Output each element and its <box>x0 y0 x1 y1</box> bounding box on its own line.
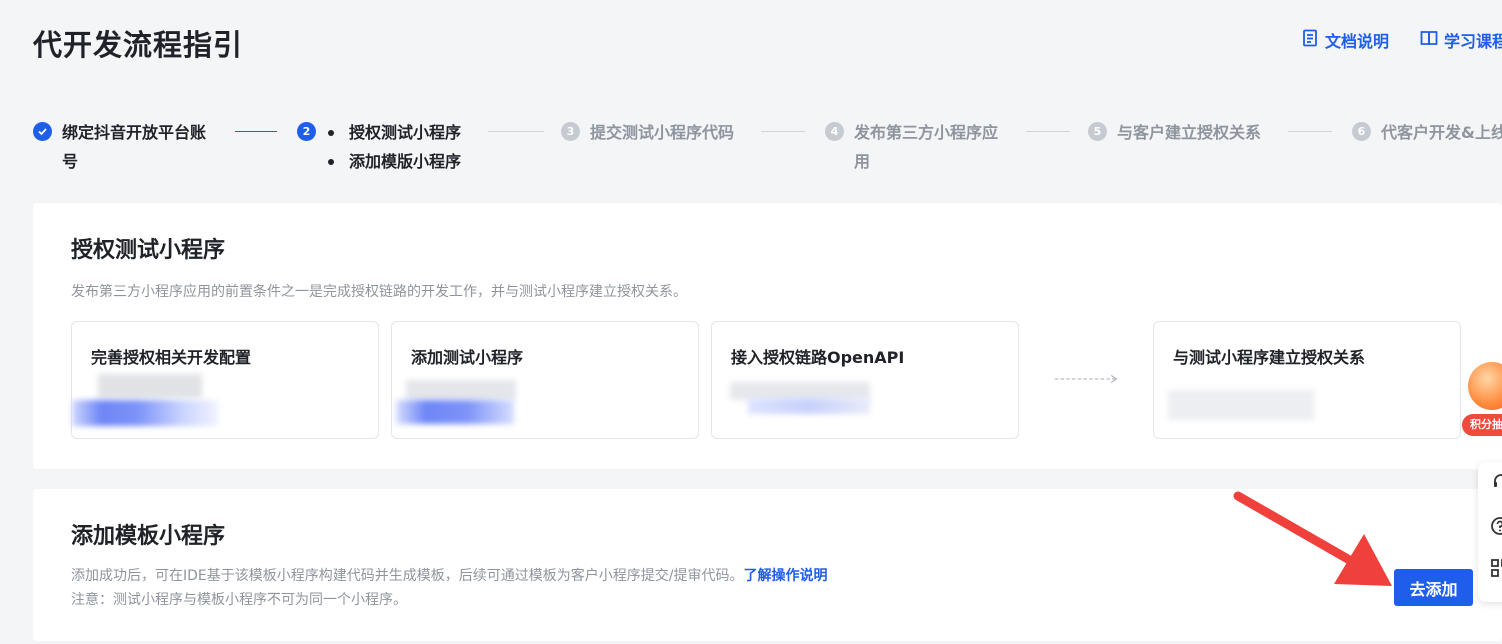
step-3-label: 提交测试小程序代码 <box>590 123 735 142</box>
step-4[interactable]: 4 发布第三方小程序应 用 <box>825 118 998 176</box>
doc-link[interactable]: 文档说明 <box>1301 28 1389 52</box>
step-4-number: 4 <box>825 122 844 141</box>
step-6-label: 代客户开发&上线 <box>1381 123 1502 142</box>
auth-step-card-title: 与测试小程序建立授权关系 <box>1173 348 1366 367</box>
add-template-button[interactable]: 去添加 <box>1394 569 1473 606</box>
auth-section-title: 授权测试小程序 <box>71 238 226 263</box>
template-section-note: 注意：测试小程序与模板小程序不可为同一个小程序。 <box>71 592 407 608</box>
step-3[interactable]: 3 提交测试小程序代码 <box>561 118 734 147</box>
step-5-number: 5 <box>1088 122 1107 141</box>
auth-step-card[interactable]: 完善授权相关开发配置 <box>71 321 379 439</box>
dashed-arrow-icon <box>1054 374 1118 384</box>
template-section-title: 添加模板小程序 <box>71 524 226 549</box>
step-2-sub-item: 添加模版小程序 <box>326 147 461 176</box>
step-4-label-line2: 用 <box>854 152 871 171</box>
blurred-content <box>748 398 870 414</box>
step-connector <box>488 131 544 132</box>
step-6[interactable]: 6 代客户开发&上线 <box>1352 118 1502 147</box>
step-connector <box>1026 131 1070 132</box>
blurred-content <box>406 380 516 400</box>
step-2-number: 2 <box>297 122 316 141</box>
step-connector <box>1288 131 1332 132</box>
blurred-content <box>396 400 514 424</box>
step-1-label-line1: 绑定抖音开放平台账 <box>62 123 207 142</box>
operation-guide-link[interactable]: 了解操作说明 <box>743 568 827 584</box>
step-6-number: 6 <box>1352 122 1371 141</box>
help-icon[interactable] <box>1490 516 1502 536</box>
template-description-text: 添加成功后，可在IDE基于该模板小程序构建代码并生成模板，后续可通过模板为客户小… <box>71 568 744 584</box>
step-2-sub-item: 授权测试小程序 <box>326 118 461 147</box>
auth-section-card: 授权测试小程序 发布第三方小程序应用的前置条件之一是完成授权链路的开发工作，并与… <box>33 203 1502 469</box>
page-title: 代开发流程指引 <box>33 28 244 62</box>
progress-stepper: 绑定抖音开放平台账 号 2 授权测试小程序 添加模版小程序 3 提交测试小程序代… <box>33 118 1502 188</box>
auth-section-description: 发布第三方小程序应用的前置条件之一是完成授权链路的开发工作，并与测试小程序建立授… <box>71 284 687 300</box>
document-icon <box>1301 29 1319 51</box>
book-icon <box>1420 29 1438 51</box>
auth-step-card-title: 接入授权链路OpenAPI <box>731 348 905 367</box>
gift-icon <box>1468 362 1502 410</box>
step-1-label-line2: 号 <box>62 152 79 171</box>
step-connector <box>235 131 277 132</box>
template-section-description: 添加成功后，可在IDE基于该模板小程序构建代码并生成模板，后续可通过模板为客户小… <box>71 564 827 588</box>
points-lottery-label: 积分抽奖 <box>1462 414 1502 436</box>
headset-icon[interactable] <box>1492 472 1502 490</box>
step-5[interactable]: 5 与客户建立授权关系 <box>1088 118 1261 147</box>
step-3-number: 3 <box>561 122 580 141</box>
blurred-content <box>1168 390 1314 420</box>
auth-step-card-title: 添加测试小程序 <box>411 348 524 367</box>
course-link-label: 学习课程 <box>1444 32 1502 51</box>
auth-step-card[interactable]: 接入授权链路OpenAPI <box>711 321 1019 439</box>
points-lottery-badge[interactable]: 积分抽奖 <box>1462 346 1502 466</box>
qrcode-icon[interactable] <box>1491 559 1502 577</box>
step-1[interactable]: 绑定抖音开放平台账 号 <box>33 118 206 176</box>
step-2[interactable]: 2 授权测试小程序 添加模版小程序 <box>297 118 461 176</box>
step-connector <box>761 131 805 132</box>
step-5-label: 与客户建立授权关系 <box>1117 123 1262 142</box>
blurred-content <box>72 400 218 426</box>
course-link[interactable]: 学习课程 <box>1420 28 1502 52</box>
check-icon <box>33 122 52 141</box>
blurred-content <box>98 374 202 398</box>
auth-step-card[interactable]: 与测试小程序建立授权关系 <box>1153 321 1461 439</box>
floating-tool-panel <box>1478 462 1502 602</box>
auth-step-card-title: 完善授权相关开发配置 <box>91 348 252 367</box>
step-4-label-line1: 发布第三方小程序应 <box>854 123 999 142</box>
auth-step-card[interactable]: 添加测试小程序 <box>391 321 699 439</box>
doc-link-label: 文档说明 <box>1325 32 1390 51</box>
annotation-arrow-icon <box>1233 491 1392 586</box>
